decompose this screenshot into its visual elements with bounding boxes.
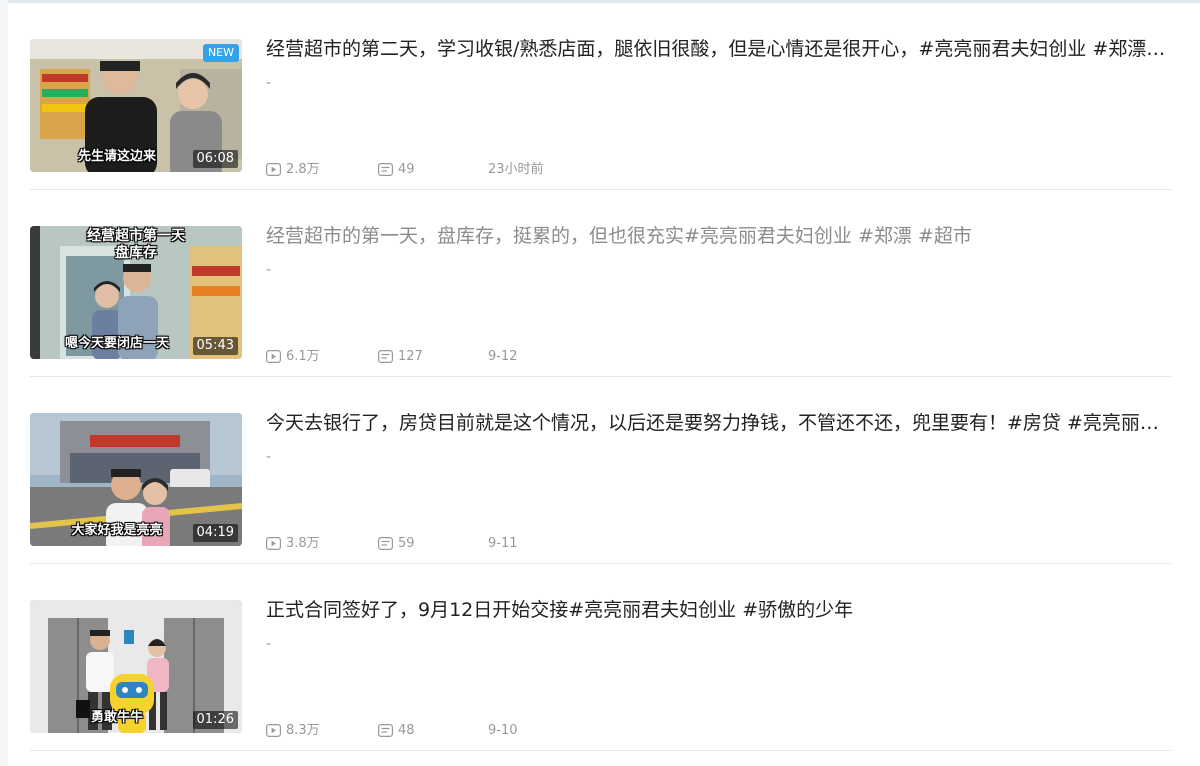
video-thumbnail[interactable]: 经营超市第一天 盘库存 嗯今天要闭店一天 05:43 — [30, 226, 242, 359]
video-duration: 05:43 — [192, 337, 238, 355]
comment-icon — [378, 537, 394, 551]
new-badge: NEW — [202, 44, 239, 62]
video-duration: 04:19 — [192, 524, 238, 542]
play-icon — [266, 350, 282, 364]
thumbnail-overlay-text: 经营超市第一天 盘库存 — [87, 228, 185, 261]
comment-icon — [378, 163, 394, 177]
publish-date: 23小时前 — [488, 162, 544, 177]
view-count: 3.8万 — [266, 535, 320, 553]
comment-icon — [378, 724, 394, 738]
video-title[interactable]: 经营超市的第一天，盘库存，挺累的，但也很充实#亮亮丽君夫妇创业 #郑漂 #超市 — [266, 223, 1166, 249]
view-count-value: 2.8万 — [286, 162, 320, 177]
play-icon — [266, 724, 282, 738]
view-count: 2.8万 — [266, 161, 320, 179]
video-item[interactable]: 先生请这边来 NEW 06:08 经营超市的第二天，学习收银/熟悉店面，腿依旧很… — [30, 3, 1171, 190]
comment-count-value: 49 — [398, 162, 415, 177]
video-duration: 06:08 — [192, 150, 238, 168]
video-duration: 01:26 — [192, 711, 238, 729]
publish-date: 9-11 — [488, 536, 518, 551]
comment-count: 49 — [378, 161, 415, 179]
view-count: 6.1万 — [266, 348, 320, 366]
view-count-value: 6.1万 — [286, 349, 320, 364]
publish-date: 9-12 — [488, 349, 518, 364]
video-item[interactable]: 经营超市第一天 盘库存 嗯今天要闭店一天 05:43 经营超市的第一天，盘库存，… — [30, 190, 1171, 377]
play-icon — [266, 163, 282, 177]
video-title[interactable]: 今天去银行了，房贷目前就是这个情况，以后还是要努力挣钱，不管还不还，兜里要有！#… — [266, 410, 1166, 436]
comment-icon — [378, 350, 394, 364]
view-count-value: 3.8万 — [286, 536, 320, 551]
video-description: - — [266, 262, 272, 278]
publish-date: 9-10 — [488, 723, 518, 738]
video-item[interactable]: 大家好我是亮亮 04:19 今天去银行了，房贷目前就是这个情况，以后还是要努力挣… — [30, 377, 1171, 564]
video-title[interactable]: 正式合同签好了，9月12日开始交接#亮亮丽君夫妇创业 #骄傲的少年 — [266, 597, 1166, 623]
comment-count: 127 — [378, 348, 423, 366]
video-list: 先生请这边来 NEW 06:08 经营超市的第二天，学习收银/熟悉店面，腿依旧很… — [30, 3, 1171, 751]
view-count-value: 8.3万 — [286, 723, 320, 738]
video-title[interactable]: 经营超市的第二天，学习收银/熟悉店面，腿依旧很酸，但是心情还是很开心，#亮亮丽君… — [266, 36, 1166, 62]
comment-count: 59 — [378, 535, 415, 553]
comment-count: 48 — [378, 722, 415, 740]
video-thumbnail[interactable]: 大家好我是亮亮 04:19 — [30, 413, 242, 546]
view-count: 8.3万 — [266, 722, 320, 740]
video-description: - — [266, 75, 272, 91]
video-description: - — [266, 636, 272, 652]
video-item[interactable]: 勇敢牛牛 01:26 正式合同签好了，9月12日开始交接#亮亮丽君夫妇创业 #骄… — [30, 564, 1171, 751]
comment-count-value: 127 — [398, 349, 423, 364]
video-description: - — [266, 449, 272, 465]
video-list-panel: 先生请这边来 NEW 06:08 经营超市的第二天，学习收银/熟悉店面，腿依旧很… — [8, 0, 1200, 766]
play-icon — [266, 537, 282, 551]
comment-count-value: 48 — [398, 723, 415, 738]
video-thumbnail[interactable]: 先生请这边来 NEW 06:08 — [30, 39, 242, 172]
comment-count-value: 59 — [398, 536, 415, 551]
video-thumbnail[interactable]: 勇敢牛牛 01:26 — [30, 600, 242, 733]
